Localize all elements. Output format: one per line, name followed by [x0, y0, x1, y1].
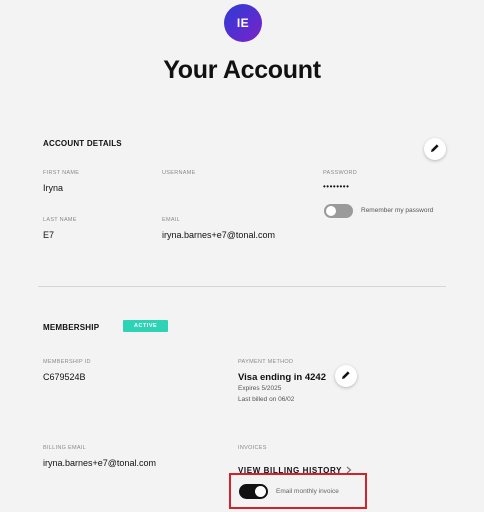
pencil-icon	[341, 367, 351, 385]
membership-id-label: MEMBERSHIP ID	[43, 359, 91, 365]
page-title: Your Account	[163, 56, 321, 84]
email-invoice-label: Email monthly invoice	[276, 488, 339, 495]
last-name-value: E7	[43, 230, 55, 240]
toggle-knob	[255, 486, 266, 497]
email-label: EMAIL	[162, 217, 181, 223]
billing-email-value: iryna.barnes+e7@tonal.com	[43, 458, 156, 468]
edit-account-button[interactable]	[424, 138, 446, 160]
membership-title: MEMBERSHIP	[43, 323, 100, 332]
billing-email-label: BILLING EMAIL	[43, 445, 87, 451]
payment-method-label: PAYMENT METHOD	[238, 359, 294, 365]
toggle-knob	[326, 206, 336, 216]
account-details-title: ACCOUNT DETAILS	[43, 139, 122, 148]
invoices-label: INVOICES	[238, 445, 267, 451]
first-name-label: FIRST NAME	[43, 170, 80, 176]
email-invoice-toggle[interactable]	[239, 484, 268, 499]
first-name-value: Iryna	[43, 183, 64, 193]
email-value: iryna.barnes+e7@tonal.com	[162, 230, 275, 240]
edit-payment-button[interactable]	[335, 365, 357, 387]
last-billed: Last billed on 06/02	[238, 396, 295, 403]
password-label: PASSWORD	[323, 170, 358, 176]
status-badge: ACTIVE	[123, 320, 169, 332]
payment-method-value: Visa ending in 4242	[238, 372, 327, 383]
avatar[interactable]: IE	[224, 4, 262, 42]
remember-password-toggle[interactable]	[324, 204, 353, 218]
membership-id-value: C679524B	[43, 372, 86, 382]
username-label: USERNAME	[162, 170, 196, 176]
remember-password-label: Remember my password	[361, 207, 434, 214]
pencil-icon	[430, 140, 440, 158]
password-value: ••••••••	[323, 182, 350, 191]
section-divider	[38, 286, 446, 287]
card-expiry: Expires 5/2025	[238, 385, 282, 392]
last-name-label: LAST NAME	[43, 217, 77, 223]
